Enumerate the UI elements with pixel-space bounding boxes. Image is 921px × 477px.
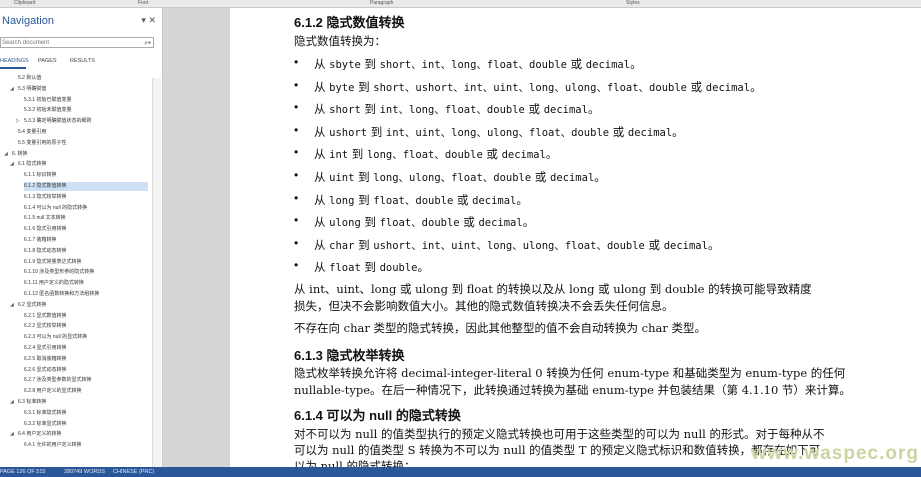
tab-results[interactable]: RESULTS bbox=[70, 58, 95, 64]
list-item: 从 float 到 double。 bbox=[314, 260, 430, 275]
ribbon-group-labels: Clipboard Font Paragraph Styles bbox=[0, 0, 921, 8]
list-item: 从 int 到 long、float、double 或 decimal。 bbox=[314, 147, 558, 162]
expand-toggle-icon[interactable]: ▷ bbox=[16, 118, 20, 124]
nav-heading-item[interactable]: 6.1.11 用户定义的隐式转换 bbox=[24, 279, 84, 288]
bullet-icon: • bbox=[294, 122, 299, 137]
nav-heading-item[interactable]: 6.2.1 显式数值转换 bbox=[24, 312, 67, 321]
nav-heading-item[interactable]: 6.1.12 匿名函数转换和方法组转换 bbox=[24, 290, 99, 299]
nav-heading-item[interactable]: 6.1.1 标识转换 bbox=[24, 171, 57, 180]
bullet-icon: • bbox=[294, 145, 299, 160]
nav-heading-item[interactable]: 6.1.5 null 文本转换 bbox=[24, 214, 66, 223]
dropdown-arrow-icon[interactable]: ▾ bbox=[141, 15, 146, 25]
search-input[interactable]: Search document ⌕▾ bbox=[0, 37, 154, 48]
paragraph-char: 不存在向 char 类型的隐式转换，因此其他整型的值不会自动转换为 char 类… bbox=[294, 321, 707, 335]
ribbon-clipboard-label: Clipboard bbox=[14, 0, 36, 6]
nav-heading-item[interactable]: 6.2.4 显式引用转换 bbox=[24, 344, 67, 353]
nav-heading-item[interactable]: 6.2 显式转换 bbox=[18, 301, 46, 310]
bullet-icon: • bbox=[294, 235, 299, 250]
bullet-icon: • bbox=[294, 258, 299, 273]
bullet-icon: • bbox=[294, 190, 299, 205]
nav-heading-item[interactable]: 6. 转换 bbox=[12, 150, 28, 159]
bullet-icon: • bbox=[294, 100, 299, 115]
paragraph-nullable-l1: 对不可以为 null 的值类型执行的预定义隐式转换也可用于这些类型的可以为 nu… bbox=[294, 427, 825, 441]
list-item: 从 char 到 ushort、int、uint、long、ulong、floa… bbox=[314, 237, 720, 252]
nav-heading-item[interactable]: 6.2.6 显式动态转换 bbox=[24, 366, 67, 375]
nav-heading-item[interactable]: 6.4.1 允许的用户定义转换 bbox=[24, 441, 82, 450]
expand-toggle-icon[interactable]: ◢ bbox=[4, 151, 8, 157]
tab-headings[interactable]: HEADINGS bbox=[0, 58, 29, 64]
nav-heading-item[interactable]: 5.3.2 初始未赋值变量 bbox=[24, 106, 72, 115]
paragraph-precision-l1: 从 int、uint、long 或 ulong 到 float 的转换以及从 l… bbox=[294, 282, 812, 296]
close-icon[interactable]: ✕ bbox=[148, 15, 156, 25]
nav-heading-item[interactable]: 6.2.2 显式枚举转换 bbox=[24, 322, 67, 331]
nav-heading-item[interactable]: 6.1.7 装箱转换 bbox=[24, 236, 57, 245]
bullet-icon: • bbox=[294, 213, 299, 228]
paragraph-precision-l2: 损失，但决不会影响数值大小。其他的隐式数值转换决不会丢失任何信息。 bbox=[294, 299, 674, 313]
navigation-pane-controls[interactable]: ▾ ✕ bbox=[141, 15, 156, 26]
bullet-icon: • bbox=[294, 55, 299, 69]
bullet-icon: • bbox=[294, 77, 299, 92]
nav-heading-item[interactable]: 6.1.10 涉及类型形参的隐式转换 bbox=[24, 268, 94, 277]
expand-toggle-icon[interactable]: ◢ bbox=[10, 399, 14, 405]
paragraph-enum-l1: 隐式枚举转换允许将 decimal-integer-literal 0 转换为任… bbox=[294, 366, 846, 380]
nav-heading-item[interactable]: 6.3.2 标准显式转换 bbox=[24, 420, 67, 429]
list-item: 从 ulong 到 float、double 或 decimal。 bbox=[314, 215, 535, 230]
status-bar: PAGE 126 OF 515 280749 WORDS CHINESE (PR… bbox=[0, 467, 921, 477]
ribbon-styles-label: Styles bbox=[626, 0, 640, 6]
nav-heading-item[interactable]: 6.1.9 隐式常量表达式转换 bbox=[24, 258, 82, 267]
heading-6-1-2: 6.1.2 隐式数值转换 bbox=[294, 15, 405, 30]
nav-heading-item[interactable]: 6.2.5 取消装箱转换 bbox=[24, 355, 67, 364]
nav-heading-item[interactable]: 5.3.1 初始已赋值变量 bbox=[24, 96, 72, 105]
language-indicator[interactable]: CHINESE (PRC) bbox=[113, 469, 154, 475]
navigation-pane: Navigation ▾ ✕ Search document ⌕▾ HEADIN… bbox=[0, 8, 163, 468]
word-count[interactable]: 280749 WORDS bbox=[64, 469, 105, 475]
document-margin bbox=[163, 8, 230, 467]
tab-pages[interactable]: PAGES bbox=[38, 58, 57, 64]
nav-heading-item[interactable]: 6.1.3 隐式枚举转换 bbox=[24, 193, 67, 202]
ribbon-font-label: Font bbox=[138, 0, 149, 6]
nav-heading-item[interactable]: 6.1.6 隐式引用转换 bbox=[24, 225, 67, 234]
intro-paragraph: 隐式数值转换为： bbox=[294, 34, 386, 48]
expand-toggle-icon[interactable]: ◢ bbox=[10, 302, 14, 308]
nav-heading-item[interactable]: 6.1.4 可以为 null 的隐式转换 bbox=[24, 204, 87, 213]
bullet-icon: • bbox=[294, 168, 299, 182]
nav-heading-item[interactable]: 6.1.2 隐式数值转换 bbox=[24, 182, 148, 191]
nav-heading-item[interactable]: 5.3 明确赋值 bbox=[18, 85, 46, 94]
watermark: www.waspec.org bbox=[751, 443, 919, 464]
navigation-tabs: HEADINGS PAGES RESULTS bbox=[0, 58, 160, 69]
search-placeholder: Search document bbox=[2, 40, 50, 46]
heading-6-1-3: 6.1.3 隐式枚举转换 bbox=[294, 348, 405, 363]
paragraph-nullable-l2: 可以为 null 的值类型 S 转换为不可以为 null 的值类型 T 的预定义… bbox=[294, 443, 821, 457]
nav-heading-item[interactable]: 5.3.3 确定明确赋值状态的细则 bbox=[24, 117, 92, 126]
ribbon-paragraph-label: Paragraph bbox=[370, 0, 394, 6]
expand-toggle-icon[interactable]: ◢ bbox=[10, 431, 14, 437]
nav-heading-item[interactable]: 6.3 标准转换 bbox=[18, 398, 46, 407]
list-item: 从 byte 到 short、ushort、int、uint、long、ulon… bbox=[314, 79, 762, 94]
navigation-title: Navigation bbox=[2, 15, 54, 27]
list-item: 从 sbyte 到 short、int、long、float、double 或 … bbox=[314, 57, 642, 71]
document-page[interactable]: 6.1.2 隐式数值转换 隐式数值转换为： • 从 sbyte 到 short、i… bbox=[230, 8, 921, 473]
paragraph-enum-l2: nullable-type。在后一种情况下，此转换通过转换为基础 enum-ty… bbox=[294, 383, 851, 397]
nav-heading-item[interactable]: 6.3.1 标准隐式转换 bbox=[24, 409, 67, 418]
nav-heading-item[interactable]: 6.2.3 可以为 null 的显式转换 bbox=[24, 333, 87, 342]
list-item: 从 long 到 float、double 或 decimal。 bbox=[314, 192, 528, 207]
list-item: 从 uint 到 long、ulong、float、double 或 decim… bbox=[314, 170, 606, 184]
list-item: 从 ushort 到 int、uint、long、ulong、float、dou… bbox=[314, 124, 684, 139]
active-tab-indicator bbox=[0, 67, 26, 69]
expand-toggle-icon[interactable]: ◢ bbox=[10, 86, 14, 92]
navigation-scrollbar[interactable] bbox=[152, 78, 161, 468]
nav-heading-item[interactable]: 5.4 变量引用 bbox=[18, 128, 46, 137]
nav-heading-item[interactable]: 5.5 变量引用的原子性 bbox=[18, 139, 66, 148]
nav-heading-item[interactable]: 6.2.8 用户定义的显式转换 bbox=[24, 387, 82, 396]
list-item: 从 short 到 int、long、float、double 或 decima… bbox=[314, 102, 600, 117]
nav-heading-item[interactable]: 6.4 用户定义的转换 bbox=[18, 430, 61, 439]
heading-6-1-4: 6.1.4 可以为 null 的隐式转换 bbox=[294, 408, 461, 423]
nav-heading-item[interactable]: 6.1.8 隐式动态转换 bbox=[24, 247, 67, 256]
search-icon[interactable]: ⌕▾ bbox=[144, 38, 151, 49]
nav-heading-item[interactable]: 5.2 默认值 bbox=[18, 74, 41, 83]
page-count[interactable]: PAGE 126 OF 515 bbox=[0, 469, 45, 475]
nav-heading-item[interactable]: 6.2.7 涉及类型参数的显式转换 bbox=[24, 376, 92, 385]
nav-heading-item[interactable]: 6.1 隐式转换 bbox=[18, 160, 46, 169]
expand-toggle-icon[interactable]: ◢ bbox=[10, 161, 14, 167]
